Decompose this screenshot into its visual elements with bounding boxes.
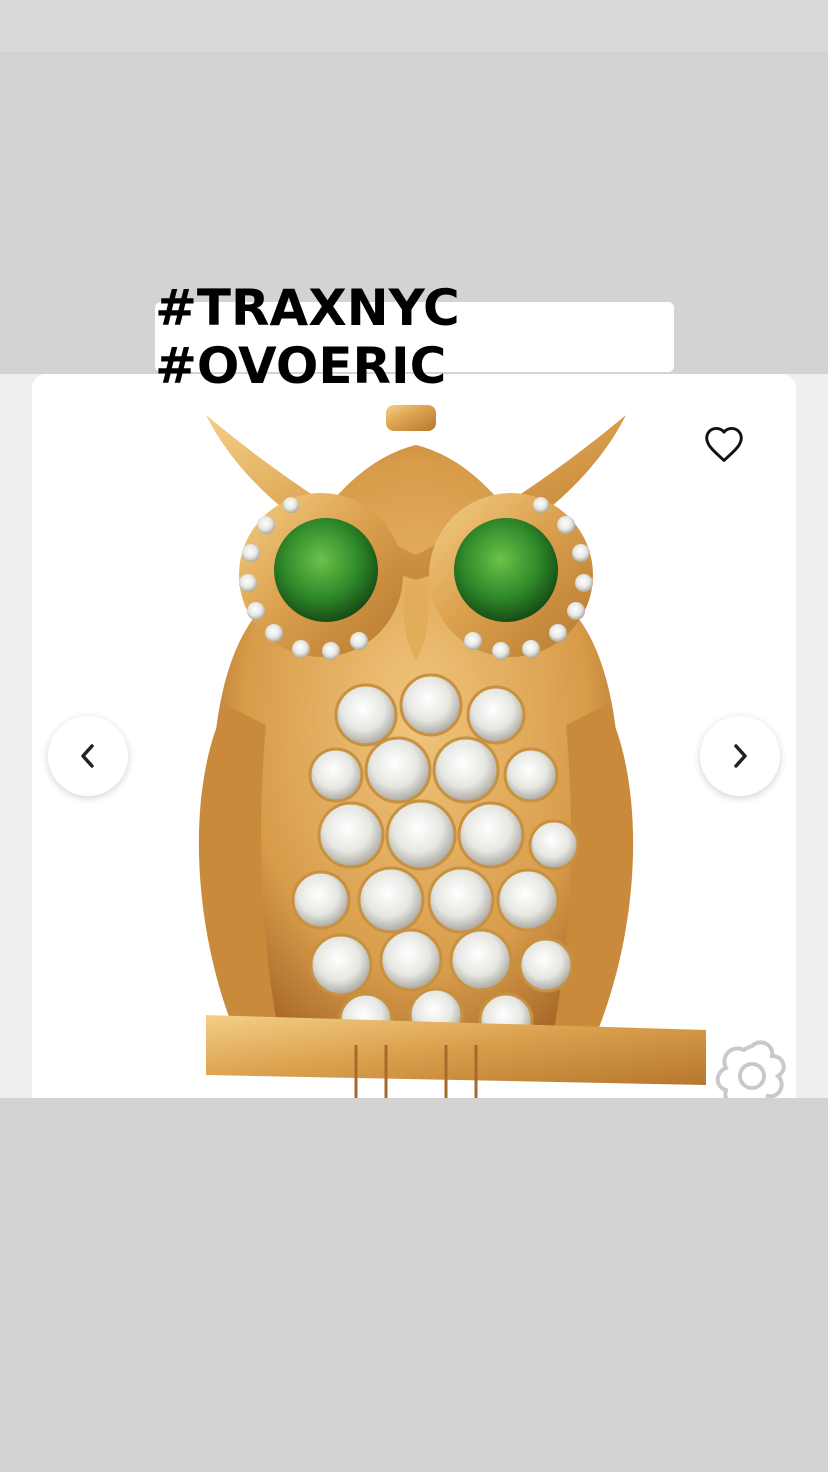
chevron-right-icon: [734, 744, 747, 768]
chevron-left-icon: [81, 744, 94, 768]
previous-image-button[interactable]: [48, 716, 128, 796]
heart-outline-icon: [705, 426, 743, 462]
product-card: [32, 374, 796, 1098]
owl-pendant-image: [66, 405, 766, 1098]
favorite-button[interactable]: [702, 424, 746, 464]
hashtag-sticker: #TRAXNYC #OVOERIC: [155, 279, 674, 395]
top-band: [0, 0, 828, 52]
next-image-button[interactable]: [700, 716, 780, 796]
brand-logo-watermark: [714, 1040, 790, 1098]
shared-screenshot: [0, 374, 828, 1098]
